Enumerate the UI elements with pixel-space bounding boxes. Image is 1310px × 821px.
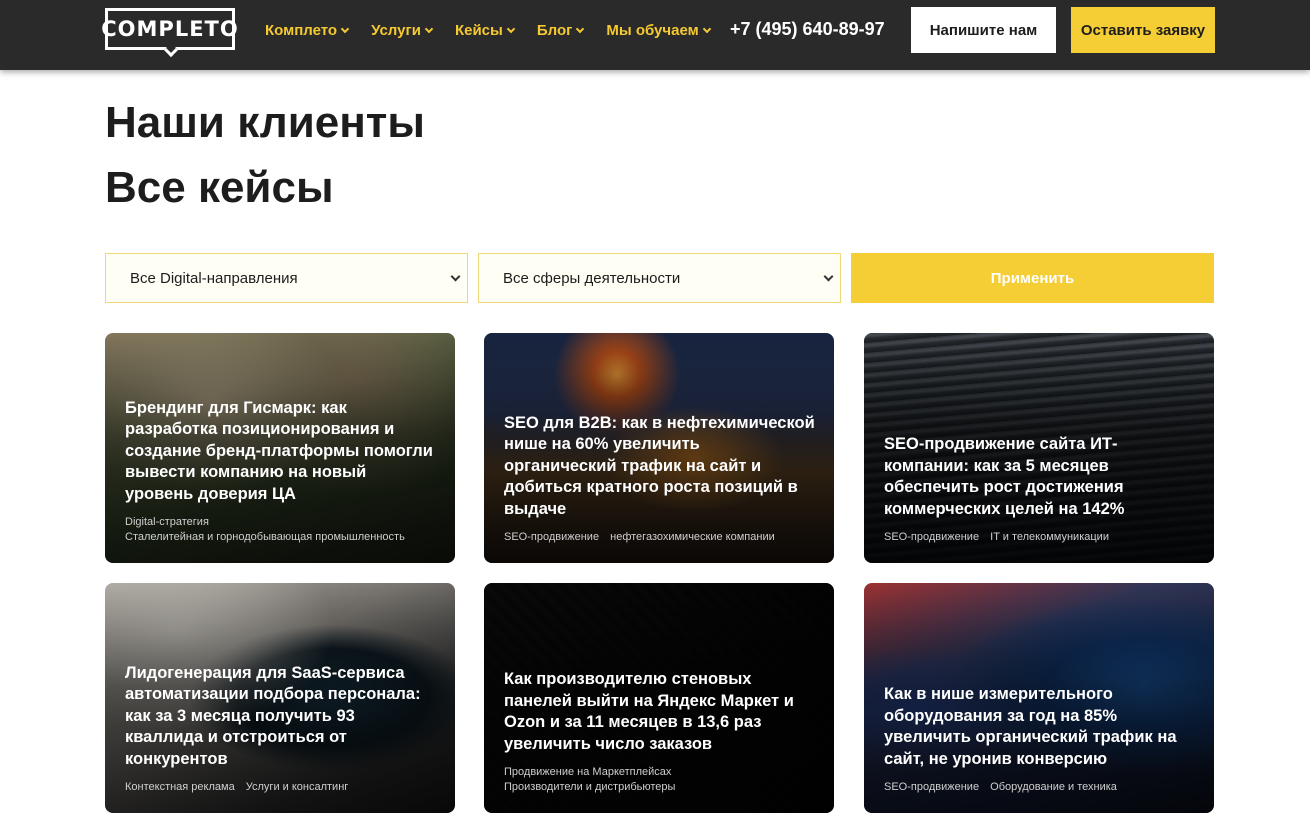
case-card[interactable]: Как в нише измерительного оборудования з… <box>864 583 1214 813</box>
chevron-down-icon <box>506 24 516 33</box>
chevron-down-icon <box>340 24 350 33</box>
nav-item-services[interactable]: Услуги <box>371 21 434 39</box>
card-tags: Продвижение на Маркетплейсах Производите… <box>504 765 816 795</box>
logo[interactable]: COMPLETO <box>101 8 238 58</box>
card-title: Брендинг для Гисмарк: как разработка поз… <box>125 398 433 503</box>
chevron-down-icon <box>823 271 834 282</box>
leave-request-button[interactable]: Оставить заявку <box>1071 7 1215 53</box>
logo-text: COMPLETO <box>101 17 239 41</box>
chevron-down-icon <box>576 24 585 33</box>
nav-label: Кейсы <box>454 21 503 39</box>
main-nav: Комплето Услуги Кейсы Блог Мы обучаем <box>265 0 733 60</box>
case-card[interactable]: Как производителю стеновых панелей выйти… <box>484 583 834 813</box>
nav-label: Услуги <box>371 21 421 39</box>
card-tag[interactable]: SEO-продвижение <box>884 781 979 793</box>
card-content: SEO для B2B: как в нефтехимической нише … <box>504 413 816 546</box>
card-title: SEO-продвижение сайта ИТ-компании: как з… <box>884 435 1125 518</box>
card-content: Как в нише измерительного оборудования з… <box>884 684 1196 795</box>
chevron-down-icon <box>702 24 711 33</box>
card-tags: SEO-продвижение нефтегазохимические комп… <box>504 530 816 545</box>
card-tags: SEO-продвижение Оборудование и техника <box>884 780 1196 795</box>
card-content: Брендинг для Гисмарк: как разработка поз… <box>125 398 437 546</box>
card-tag[interactable]: SEO-продвижение <box>884 531 979 543</box>
site-header: COMPLETO Комплето Услуги Кейсы Блог Мы о… <box>0 0 1310 70</box>
nav-item-cases[interactable]: Кейсы <box>454 21 516 39</box>
direction-select-value: Все Digital-направления <box>130 269 298 287</box>
page-title: Наши клиенты <box>105 98 425 147</box>
card-content: Как производителю стеновых панелей выйти… <box>504 669 816 795</box>
logo-notch <box>163 42 179 58</box>
card-content: Лидогенерация для SaaS-сервиса автоматиз… <box>125 663 437 796</box>
card-tag[interactable]: Производители и дистрибьютеры <box>504 780 808 795</box>
case-card[interactable]: Лидогенерация для SaaS-сервиса автоматиз… <box>105 583 455 813</box>
card-content: SEO-продвижение сайта ИТ-компании: как з… <box>884 434 1196 545</box>
card-tag[interactable]: Контекстная реклама <box>125 781 235 793</box>
chevron-down-icon <box>450 271 461 282</box>
direction-select[interactable]: Все Digital-направления <box>105 253 468 303</box>
card-tags: SEO-продвижение IT и телекоммуникации <box>884 530 1196 545</box>
nav-label: Комплето <box>265 21 338 39</box>
card-tag[interactable]: IT и телекоммуникации <box>990 531 1109 543</box>
write-us-button[interactable]: Напишите нам <box>911 7 1056 53</box>
case-card[interactable]: Брендинг для Гисмарк: как разработка поз… <box>105 333 455 563</box>
case-card[interactable]: SEO для B2B: как в нефтехимической нише … <box>484 333 834 563</box>
card-title: Как в нише измерительного оборудования з… <box>884 685 1177 768</box>
phone-link[interactable]: +7 (495) 640-89-97 <box>730 19 885 40</box>
page-subtitle: Все кейсы <box>105 163 334 212</box>
card-title: Как производителю стеновых панелей выйти… <box>504 670 794 753</box>
card-tags: Контекстная реклама Услуги и консалтинг <box>125 780 437 795</box>
sphere-select[interactable]: Все сферы деятельности <box>478 253 841 303</box>
card-tag[interactable]: Услуги и консалтинг <box>246 781 349 793</box>
card-tag[interactable]: Сталелитейная и горнодобывающая промышле… <box>125 530 429 545</box>
nav-label: Мы обучаем <box>606 21 699 39</box>
card-title: Лидогенерация для SaaS-сервиса автоматиз… <box>125 663 421 768</box>
apply-button[interactable]: Применить <box>851 253 1214 303</box>
case-card[interactable]: SEO-продвижение сайта ИТ-компании: как з… <box>864 333 1214 563</box>
card-tag[interactable]: Digital-стратегия <box>125 515 429 530</box>
card-tag[interactable]: Продвижение на Маркетплейсах <box>504 765 808 780</box>
card-tag[interactable]: нефтегазохимические компании <box>610 531 775 543</box>
nav-label: Блог <box>536 21 573 39</box>
card-title: SEO для B2B: как в нефтехимической нише … <box>504 413 815 518</box>
nav-item-completo[interactable]: Комплето <box>265 21 350 39</box>
sphere-select-value: Все сферы деятельности <box>503 269 681 287</box>
nav-item-blog[interactable]: Блог <box>536 21 585 39</box>
card-tag[interactable]: Оборудование и техника <box>990 781 1117 793</box>
card-tag[interactable]: SEO-продвижение <box>504 531 599 543</box>
nav-item-education[interactable]: Мы обучаем <box>606 21 711 39</box>
card-tags: Digital-стратегия Сталелитейная и горнод… <box>125 515 437 545</box>
chevron-down-icon <box>424 24 434 33</box>
